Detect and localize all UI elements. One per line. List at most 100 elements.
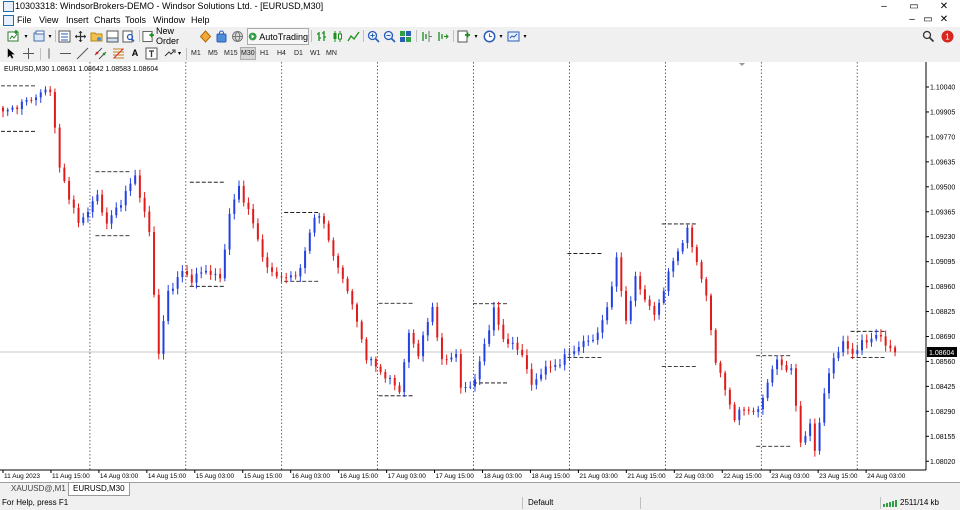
child-restore-button[interactable]: ▭ [921, 13, 935, 27]
candle-body [846, 341, 849, 349]
indicators-button[interactable] [456, 29, 471, 43]
candle-body [525, 355, 528, 370]
child-close-button[interactable]: ✕ [937, 13, 951, 27]
candle-body [143, 197, 146, 212]
candle-body [601, 320, 604, 333]
candle-body [304, 250, 307, 269]
templates-dropdown[interactable]: ▾ [521, 29, 529, 43]
new-chart-button[interactable] [4, 29, 22, 43]
templates-button[interactable] [506, 29, 521, 43]
candle-body [153, 232, 156, 295]
autotrading-icon [248, 32, 257, 41]
timeframe-h4[interactable]: H4 [277, 48, 286, 59]
candle-body [667, 271, 670, 292]
candle-body [176, 277, 179, 289]
candle-body [761, 397, 764, 410]
autotrading-button[interactable]: AutoTrading [247, 28, 309, 45]
text-button[interactable]: A [129, 46, 141, 60]
time-tick-label: 23 Aug 15:00 [819, 473, 858, 480]
crosshair-arrows-icon [75, 30, 86, 42]
periods-dropdown[interactable]: ▾ [497, 29, 505, 43]
timeframe-m1[interactable]: M1 [191, 48, 201, 59]
maximize-button[interactable]: ▭ [900, 0, 928, 13]
navigator-button[interactable] [89, 29, 104, 43]
connection-bars-icon [883, 500, 897, 507]
chart-window[interactable]: 1.10040 1.09905 1.09770 1.09635 1.09500 1.093… [0, 62, 960, 482]
menu-help[interactable]: Help [191, 13, 210, 27]
notifications-button[interactable]: 1 [939, 29, 955, 43]
arrows-dropdown[interactable]: ▾ [176, 46, 183, 60]
new-order-button[interactable]: New Order [142, 26, 196, 46]
menu-file[interactable]: File [17, 13, 32, 27]
candle-body [82, 217, 85, 223]
zoom-in-button[interactable] [366, 29, 381, 43]
candle-body [417, 343, 420, 357]
close-button[interactable]: ✕ [930, 0, 958, 13]
chart-shift-button[interactable] [419, 29, 434, 43]
tile-windows-button[interactable] [398, 29, 413, 43]
candle-body [39, 92, 42, 98]
bar-chart-button[interactable] [314, 29, 329, 43]
price-tick-label: 1.08560 [930, 359, 955, 366]
profiles-dropdown[interactable]: ▾ [46, 29, 54, 43]
market-watch-button[interactable] [57, 29, 72, 43]
candle-body [757, 409, 760, 412]
notification-badge-icon: 1 [941, 30, 953, 42]
periods-button[interactable] [482, 29, 497, 43]
terminal-button[interactable] [105, 29, 120, 43]
candle-body [592, 339, 594, 341]
time-tick-label: 22 Aug 15:00 [723, 473, 762, 480]
candle-body [6, 109, 9, 112]
signals-button[interactable] [198, 29, 213, 43]
timeframe-w1[interactable]: W1 [310, 48, 321, 59]
text-label-button[interactable] [145, 46, 158, 60]
menu-insert[interactable]: Insert [66, 13, 89, 27]
strategy-tester-button[interactable] [121, 29, 136, 43]
candle-body [573, 351, 576, 354]
search-button[interactable] [921, 29, 935, 43]
data-window-button[interactable] [73, 29, 88, 43]
autoscroll-button[interactable] [435, 29, 450, 43]
chart-shift-icon [422, 30, 432, 42]
child-minimize-button[interactable]: – [905, 13, 919, 27]
timeframe-h1[interactable]: H1 [260, 48, 269, 59]
candle-body [101, 194, 104, 213]
candlestick-button[interactable] [330, 29, 345, 43]
tab-xauusd-m1[interactable]: XAUUSD@,M1 [7, 483, 70, 495]
zoom-out-button[interactable] [382, 29, 397, 43]
price-chart[interactable]: 1.10040 1.09905 1.09770 1.09635 1.09500 1.093… [0, 62, 960, 482]
fibonacci-button[interactable] [111, 46, 125, 60]
tab-eurusd-m30[interactable]: EURUSD,M30 [68, 483, 130, 496]
candle-body [200, 272, 203, 274]
trendline-button[interactable] [76, 46, 89, 60]
timeframe-m5[interactable]: M5 [208, 48, 218, 59]
line-chart-button[interactable] [346, 29, 361, 43]
menu-view[interactable]: View [39, 13, 58, 27]
arrows-button[interactable] [162, 46, 176, 60]
candle-body [49, 89, 52, 93]
menu-window[interactable]: Window [153, 13, 185, 27]
candle-body [398, 385, 401, 393]
new-chart-dropdown[interactable]: ▾ [22, 29, 30, 43]
vertical-line-button[interactable] [43, 46, 55, 60]
timeframe-m15[interactable]: M15 [224, 48, 238, 59]
menu-tools[interactable]: Tools [125, 13, 146, 27]
candle-body [403, 362, 406, 393]
candle-body [72, 199, 75, 208]
candle-body [195, 273, 198, 283]
candle-body [813, 423, 816, 451]
metaeditor-button[interactable] [230, 29, 245, 43]
indicators-dropdown[interactable]: ▾ [472, 29, 480, 43]
menu-charts[interactable]: Charts [94, 13, 121, 27]
candle-body [776, 359, 779, 370]
timeframe-m30[interactable]: M30 [240, 47, 256, 60]
candle-body [832, 358, 835, 374]
crosshair-button[interactable] [22, 46, 35, 60]
minimize-button[interactable]: – [870, 0, 898, 13]
cursor-button[interactable] [5, 46, 17, 60]
equidistant-channel-button[interactable] [93, 46, 107, 60]
horizontal-line-button[interactable] [59, 46, 72, 60]
timeframe-d1[interactable]: D1 [294, 48, 303, 59]
timeframe-mn[interactable]: MN [326, 48, 337, 59]
market-button[interactable] [214, 29, 229, 43]
